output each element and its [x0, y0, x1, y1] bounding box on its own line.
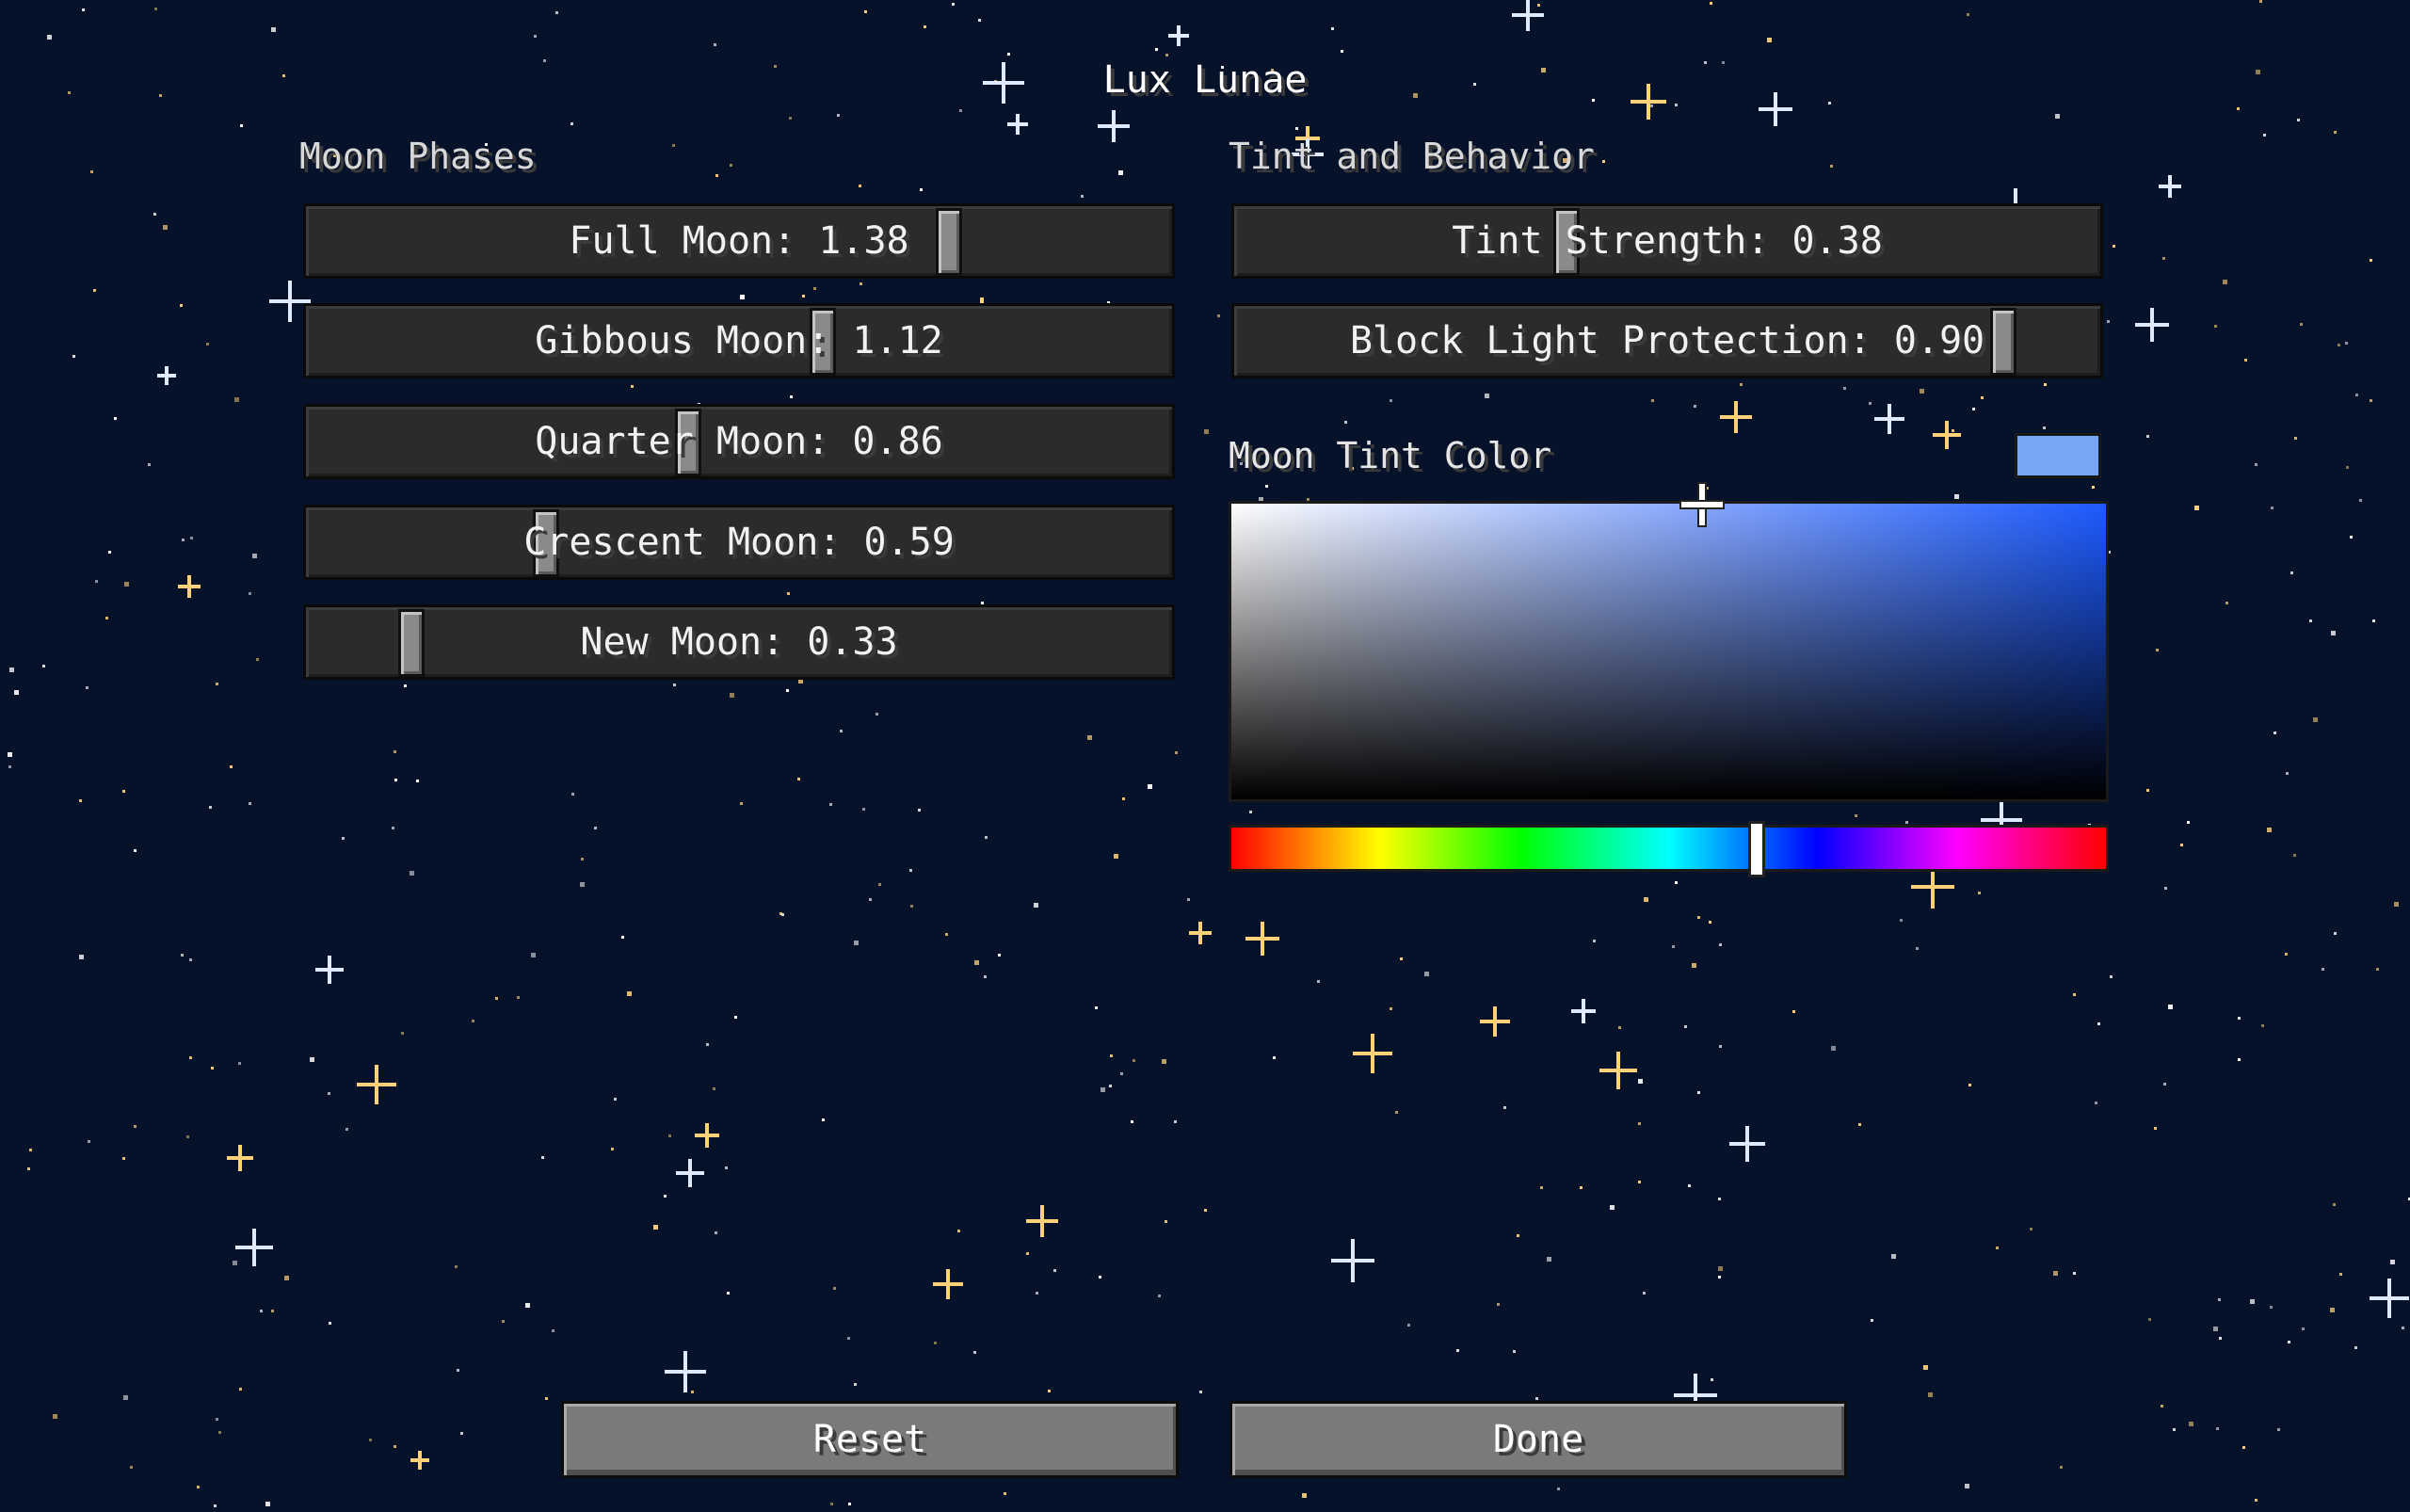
color-swatch — [2015, 433, 2101, 478]
tint-behavior-heading: Tint and Behavior — [1229, 136, 1595, 177]
slider-label: New Moon: 0.33 — [580, 620, 898, 664]
quarter-moon-slider[interactable]: Quarter Moon: 0.86 — [303, 404, 1175, 479]
slider-handle[interactable] — [1990, 308, 2016, 376]
reset-button[interactable]: Reset — [561, 1401, 1179, 1478]
slider-label: Crescent Moon: 0.59 — [523, 521, 955, 564]
slider-label: Full Moon: 1.38 — [569, 219, 909, 263]
slider-label: Quarter Moon: 0.86 — [535, 420, 943, 463]
moon-phases-heading: Moon Phases — [299, 136, 537, 177]
slider-handle[interactable] — [936, 208, 962, 276]
slider-handle[interactable] — [1553, 208, 1580, 276]
moon-tint-color-label: Moon Tint Color — [1229, 435, 1552, 476]
slider-label: Block Light Protection: 0.90 — [1349, 319, 1985, 362]
slider-label: Tint Strength: 0.38 — [1452, 219, 1883, 263]
slider-handle[interactable] — [398, 609, 425, 677]
hue-slider-handle[interactable] — [1748, 821, 1765, 877]
saturation-brightness-picker[interactable] — [1229, 501, 2109, 802]
crescent-moon-slider[interactable]: Crescent Moon: 0.59 — [303, 505, 1175, 580]
tint-strength-slider[interactable]: Tint Strength: 0.38 — [1231, 203, 2103, 279]
done-button[interactable]: Done — [1229, 1401, 1847, 1478]
block-light-protection-slider[interactable]: Block Light Protection: 0.90 — [1231, 303, 2103, 378]
crosshair-icon — [1681, 484, 1723, 525]
hue-slider[interactable] — [1229, 825, 2109, 872]
slider-label: Gibbous Moon: 1.12 — [535, 319, 943, 362]
new-moon-slider[interactable]: New Moon: 0.33 — [303, 604, 1175, 680]
screen-title: Lux Lunae — [1102, 58, 1308, 102]
gibbous-moon-slider[interactable]: Gibbous Moon: 1.12 — [303, 303, 1175, 378]
slider-handle[interactable] — [533, 509, 559, 577]
slider-handle[interactable] — [675, 409, 701, 476]
full-moon-slider[interactable]: Full Moon: 1.38 — [303, 203, 1175, 279]
slider-handle[interactable] — [810, 308, 836, 376]
